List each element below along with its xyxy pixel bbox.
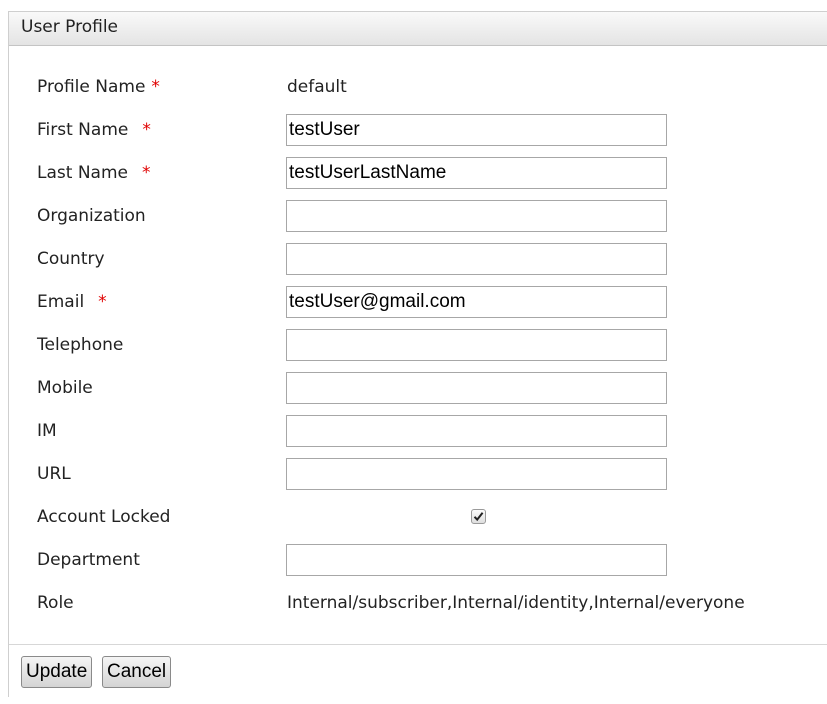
profile-name-value: default xyxy=(287,77,347,97)
row-country: Country xyxy=(9,243,827,275)
required-marker: * xyxy=(141,163,151,183)
row-account-locked: Account Locked xyxy=(9,501,827,533)
update-button[interactable]: Update xyxy=(21,656,93,688)
required-marker: * xyxy=(98,292,107,312)
im-label: IM xyxy=(37,421,57,441)
row-email: Email * xyxy=(9,286,827,318)
organization-input[interactable] xyxy=(286,200,667,232)
form-footer: Update Cancel xyxy=(9,644,827,699)
telephone-label: Telephone xyxy=(37,335,124,355)
department-label: Department xyxy=(37,550,140,570)
required-marker: * xyxy=(142,120,151,140)
country-input[interactable] xyxy=(286,243,667,275)
telephone-input[interactable] xyxy=(286,329,667,361)
row-last-name: Last Name * xyxy=(9,157,827,189)
country-label: Country xyxy=(37,249,105,269)
row-role: Role Internal/subscriber,Internal/identi… xyxy=(9,587,827,619)
required-marker: * xyxy=(151,77,160,97)
last-name-input[interactable] xyxy=(286,157,667,189)
mobile-label: Mobile xyxy=(37,378,93,398)
user-profile-panel: User Profile Profile Name * default First… xyxy=(8,11,827,699)
profile-name-label: Profile Name * xyxy=(37,77,160,97)
url-input[interactable] xyxy=(286,458,667,490)
mobile-input[interactable] xyxy=(286,372,667,404)
row-profile-name: Profile Name * default xyxy=(9,71,827,103)
row-url: URL xyxy=(9,458,827,490)
row-first-name: First Name * xyxy=(9,114,827,146)
last-name-label: Last Name * xyxy=(37,163,151,183)
panel-header: User Profile xyxy=(9,12,827,46)
im-input[interactable] xyxy=(286,415,667,447)
email-input[interactable] xyxy=(286,286,667,318)
row-telephone: Telephone xyxy=(9,329,827,361)
first-name-label: First Name * xyxy=(37,120,151,140)
row-mobile: Mobile xyxy=(9,372,827,404)
department-input[interactable] xyxy=(286,544,667,576)
role-label: Role xyxy=(37,593,74,613)
account-locked-label: Account Locked xyxy=(37,507,171,527)
email-label: Email * xyxy=(37,292,107,312)
row-organization: Organization xyxy=(9,200,827,232)
cancel-button[interactable]: Cancel xyxy=(102,656,172,688)
row-department: Department xyxy=(9,544,827,576)
checkmark-icon xyxy=(473,512,484,522)
role-value: Internal/subscriber,Internal/identity,In… xyxy=(287,593,745,613)
row-im: IM xyxy=(9,415,827,447)
account-locked-checkbox[interactable] xyxy=(471,509,486,524)
panel-title: User Profile xyxy=(21,17,119,37)
first-name-input[interactable] xyxy=(286,114,667,146)
url-label: URL xyxy=(37,464,71,484)
organization-label: Organization xyxy=(37,206,146,226)
